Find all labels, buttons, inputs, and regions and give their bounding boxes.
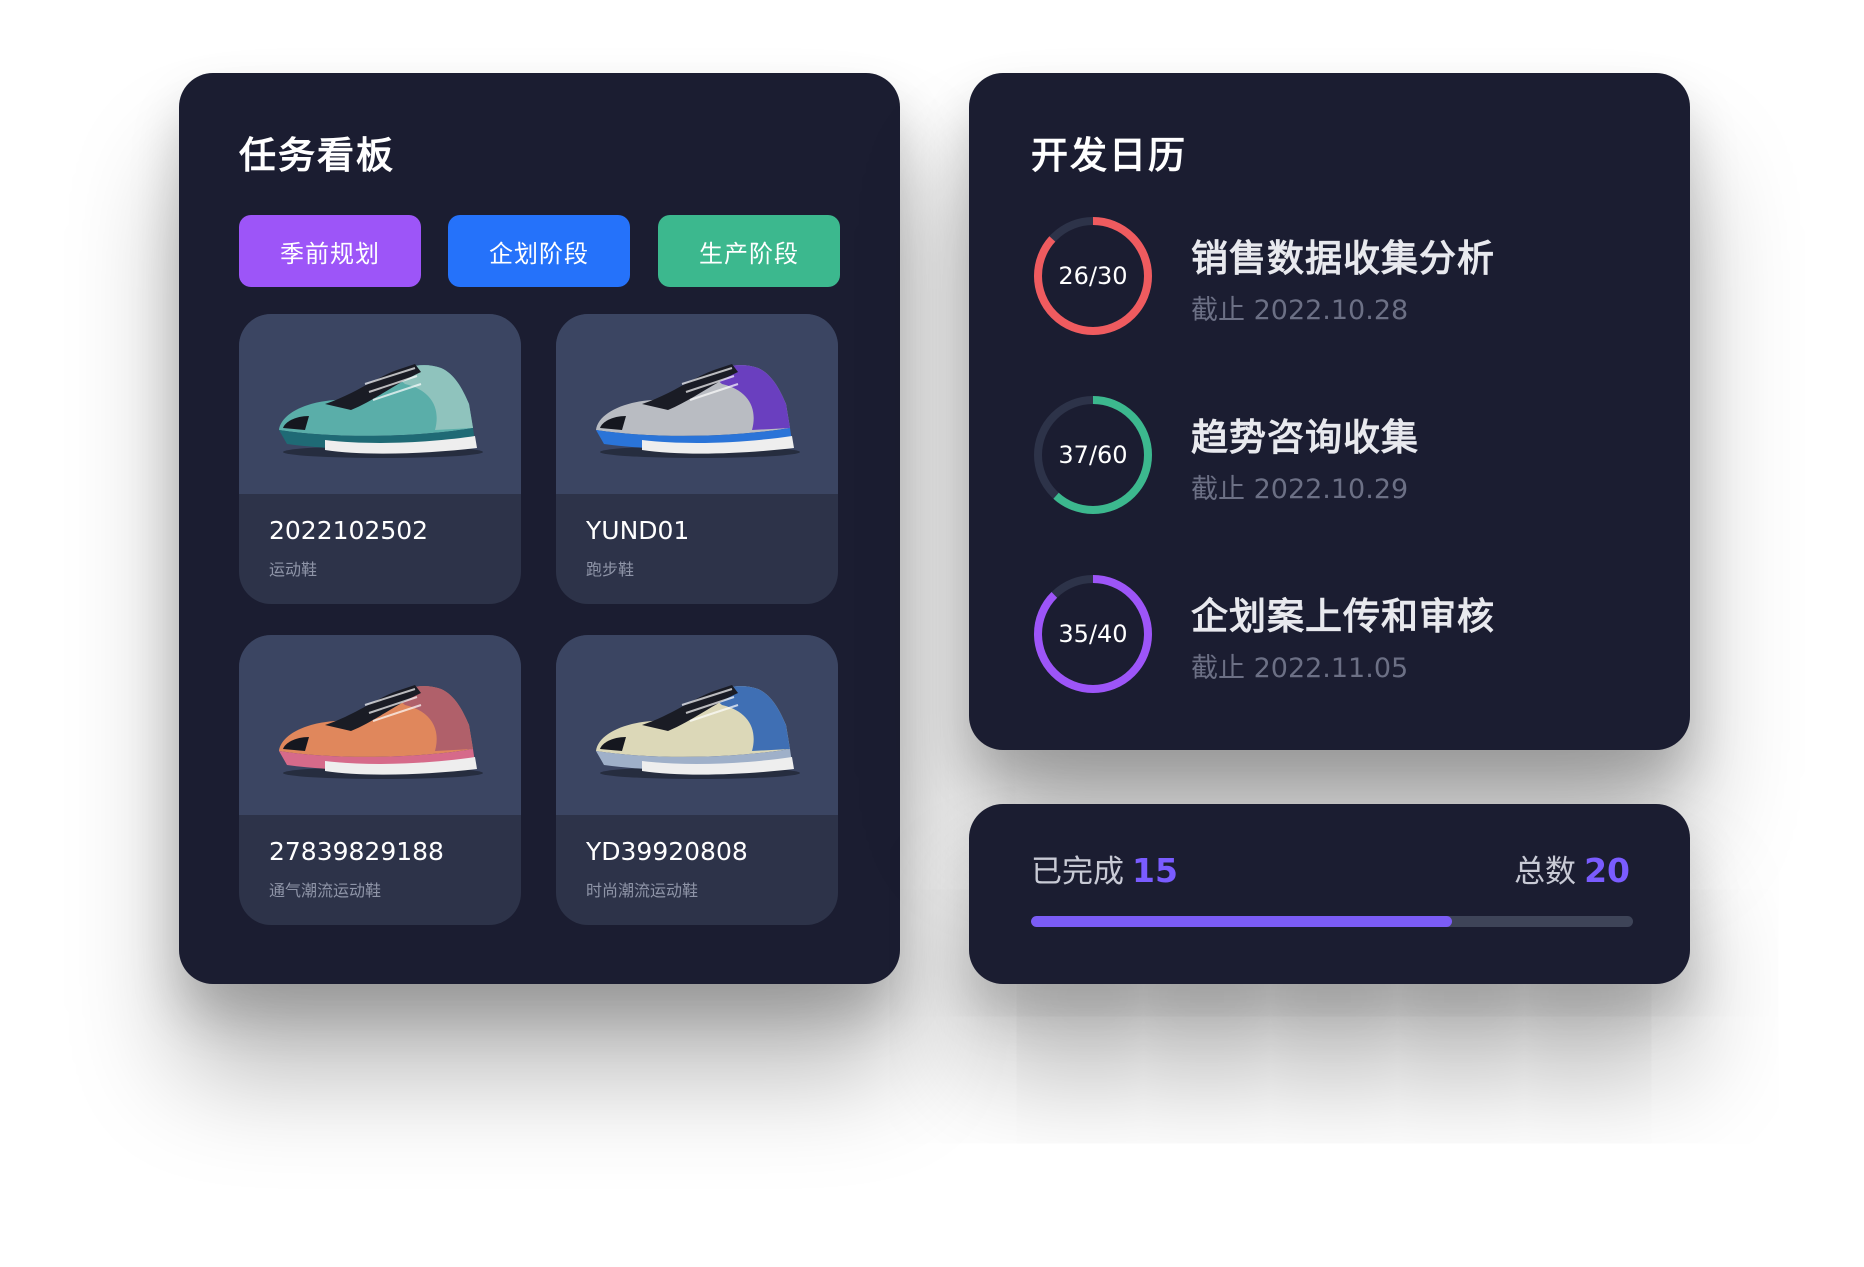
product-card[interactable]: YUND01 跑步鞋 (556, 314, 838, 604)
progress-ring-label: 37/60 (1058, 441, 1128, 469)
dev-calendar-card: 开发日历 26/30 销售数据收集分析 截止 2022.10.28 37/60 … (969, 73, 1690, 750)
tag-preseason-planning[interactable]: 季前规划 (239, 215, 421, 287)
task-board-card: 任务看板 季前规划 企划阶段 生产阶段 2022102502 运动鞋 YUND0… (179, 73, 900, 984)
dev-calendar-title: 开发日历 (1031, 134, 1187, 177)
sneaker-icon (596, 364, 800, 458)
total-value: 20 (1584, 851, 1630, 890)
total-label: 总数 (1514, 854, 1577, 890)
progress-bar (1031, 916, 1633, 927)
shoe-image (239, 635, 521, 815)
shoe-image (239, 314, 521, 494)
shoe-image (556, 635, 838, 815)
total-count: 总数 20 (1514, 846, 1630, 891)
task-name: 趋势咨询收集 (1191, 416, 1419, 459)
sneaker-icon (596, 685, 800, 779)
task-due-date: 截止 2022.10.28 (1191, 295, 1409, 326)
product-card[interactable]: 27839829188 通气潮流运动鞋 (239, 635, 521, 925)
sneaker-icon (279, 364, 483, 458)
product-code: YD39920808 (586, 837, 748, 866)
product-code: 2022102502 (269, 516, 429, 545)
completed-label: 已完成 (1031, 854, 1124, 890)
product-code: 27839829188 (269, 837, 444, 866)
completed-count: 已完成 15 (1031, 846, 1178, 891)
shoe-image (556, 314, 838, 494)
product-code: YUND01 (586, 516, 690, 545)
product-type: 通气潮流运动鞋 (269, 881, 382, 900)
product-type: 跑步鞋 (586, 560, 635, 579)
task-board-title: 任务看板 (239, 134, 395, 177)
progress-ring-label: 35/40 (1058, 620, 1128, 648)
product-type: 运动鞋 (269, 560, 318, 579)
task-name: 企划案上传和审核 (1191, 595, 1495, 638)
task-due-date: 截止 2022.10.29 (1191, 474, 1409, 505)
progress-bar-fill (1031, 916, 1453, 927)
task-due-date: 截止 2022.11.05 (1191, 653, 1409, 684)
product-type: 时尚潮流运动鞋 (586, 881, 699, 900)
calendar-task[interactable]: 37/60 趋势咨询收集 截止 2022.10.29 (1031, 393, 1651, 517)
progress-ring-label: 26/30 (1058, 262, 1128, 290)
tag-planning-stage[interactable]: 企划阶段 (448, 215, 630, 287)
product-card[interactable]: 2022102502 运动鞋 (239, 314, 521, 604)
sneaker-icon (279, 685, 483, 779)
tag-production-stage[interactable]: 生产阶段 (658, 215, 840, 287)
completed-value: 15 (1132, 851, 1178, 890)
calendar-task[interactable]: 26/30 销售数据收集分析 截止 2022.10.28 (1031, 214, 1651, 338)
calendar-task[interactable]: 35/40 企划案上传和审核 截止 2022.11.05 (1031, 572, 1651, 696)
progress-summary-card: 已完成 15 总数 20 (969, 804, 1690, 984)
product-card[interactable]: YD39920808 时尚潮流运动鞋 (556, 635, 838, 925)
task-name: 销售数据收集分析 (1191, 237, 1495, 280)
